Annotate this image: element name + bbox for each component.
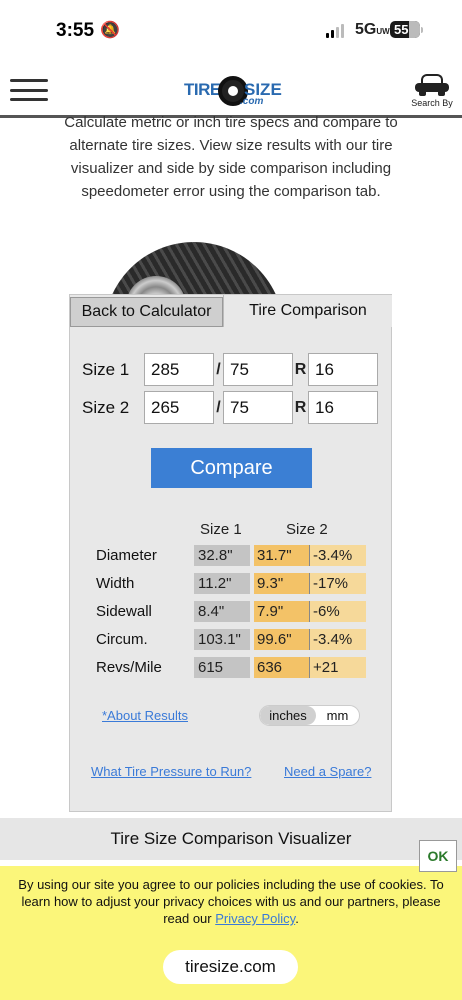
tire-pressure-link[interactable]: What Tire Pressure to Run? bbox=[91, 764, 251, 779]
site-logo[interactable]: TIRE SIZE .com bbox=[184, 76, 282, 108]
privacy-policy-link[interactable]: Privacy Policy bbox=[215, 911, 295, 926]
battery-icon: 55 bbox=[390, 21, 420, 38]
about-results-link[interactable]: *About Results bbox=[102, 708, 188, 723]
signal-icon bbox=[326, 24, 344, 38]
size2-rim-input[interactable]: 16 bbox=[308, 391, 378, 424]
results-col-size2: Size 2 bbox=[286, 521, 328, 538]
r-separator: R bbox=[294, 398, 307, 416]
status-bar: 3:55 🔕 5GUW 55 bbox=[0, 0, 462, 62]
slash-separator: / bbox=[216, 398, 221, 416]
size2-label: Size 2 bbox=[82, 397, 130, 417]
menu-icon[interactable] bbox=[10, 79, 48, 101]
site-header: TIRE SIZE .com Search By bbox=[0, 62, 462, 118]
size1-rim-input[interactable]: 16 bbox=[308, 353, 378, 386]
result-row-diameter: Diameter 32.8" 31.7" -3.4% bbox=[96, 545, 366, 566]
comparison-panel: Back to Calculator Tire Comparison Size … bbox=[69, 294, 392, 812]
battery-tip bbox=[421, 27, 423, 33]
results-col-size1: Size 1 bbox=[200, 521, 242, 538]
size2-width-input[interactable]: 265 bbox=[144, 391, 214, 424]
slash-separator: / bbox=[216, 360, 221, 378]
tab-back-to-calculator[interactable]: Back to Calculator bbox=[70, 297, 223, 327]
size2-ratio-input[interactable]: 75 bbox=[223, 391, 293, 424]
status-time: 3:55 bbox=[56, 20, 95, 41]
url-bar[interactable]: tiresize.com bbox=[163, 950, 298, 984]
compare-button[interactable]: Compare bbox=[151, 448, 312, 488]
unit-mm-option[interactable]: mm bbox=[316, 706, 359, 725]
unit-toggle[interactable]: inches mm bbox=[259, 705, 360, 726]
visualizer-section-title[interactable]: Tire Size Comparison Visualizer bbox=[0, 818, 462, 860]
size1-row: Size 1 285 / 75 R 16 bbox=[82, 353, 378, 386]
search-by-button[interactable]: Search By bbox=[410, 72, 454, 108]
result-row-circumference: Circum. 103.1" 99.6" -3.4% bbox=[96, 629, 366, 650]
network-label: 5GUW bbox=[355, 21, 390, 38]
car-icon bbox=[414, 72, 450, 96]
result-row-width: Width 11.2" 9.3" -17% bbox=[96, 573, 366, 594]
need-spare-link[interactable]: Need a Spare? bbox=[284, 764, 371, 779]
intro-text: Calculate metric or inch tire specs and … bbox=[64, 114, 398, 200]
cookie-text: By using our site you agree to our polic… bbox=[18, 877, 444, 926]
unit-inches-option[interactable]: inches bbox=[260, 706, 316, 725]
size1-ratio-input[interactable]: 75 bbox=[223, 353, 293, 386]
tab-tire-comparison[interactable]: Tire Comparison bbox=[223, 295, 392, 327]
bell-muted-icon: 🔕 bbox=[100, 22, 120, 39]
size2-row: Size 2 265 / 75 R 16 bbox=[82, 391, 378, 424]
size1-width-input[interactable]: 285 bbox=[144, 353, 214, 386]
result-row-sidewall: Sidewall 8.4" 7.9" -6% bbox=[96, 601, 366, 622]
size1-label: Size 1 bbox=[82, 359, 130, 379]
result-row-revs-per-mile: Revs/Mile 615 636 +21 bbox=[96, 657, 366, 678]
r-separator: R bbox=[294, 360, 307, 378]
cookie-ok-button[interactable]: OK bbox=[419, 840, 457, 872]
